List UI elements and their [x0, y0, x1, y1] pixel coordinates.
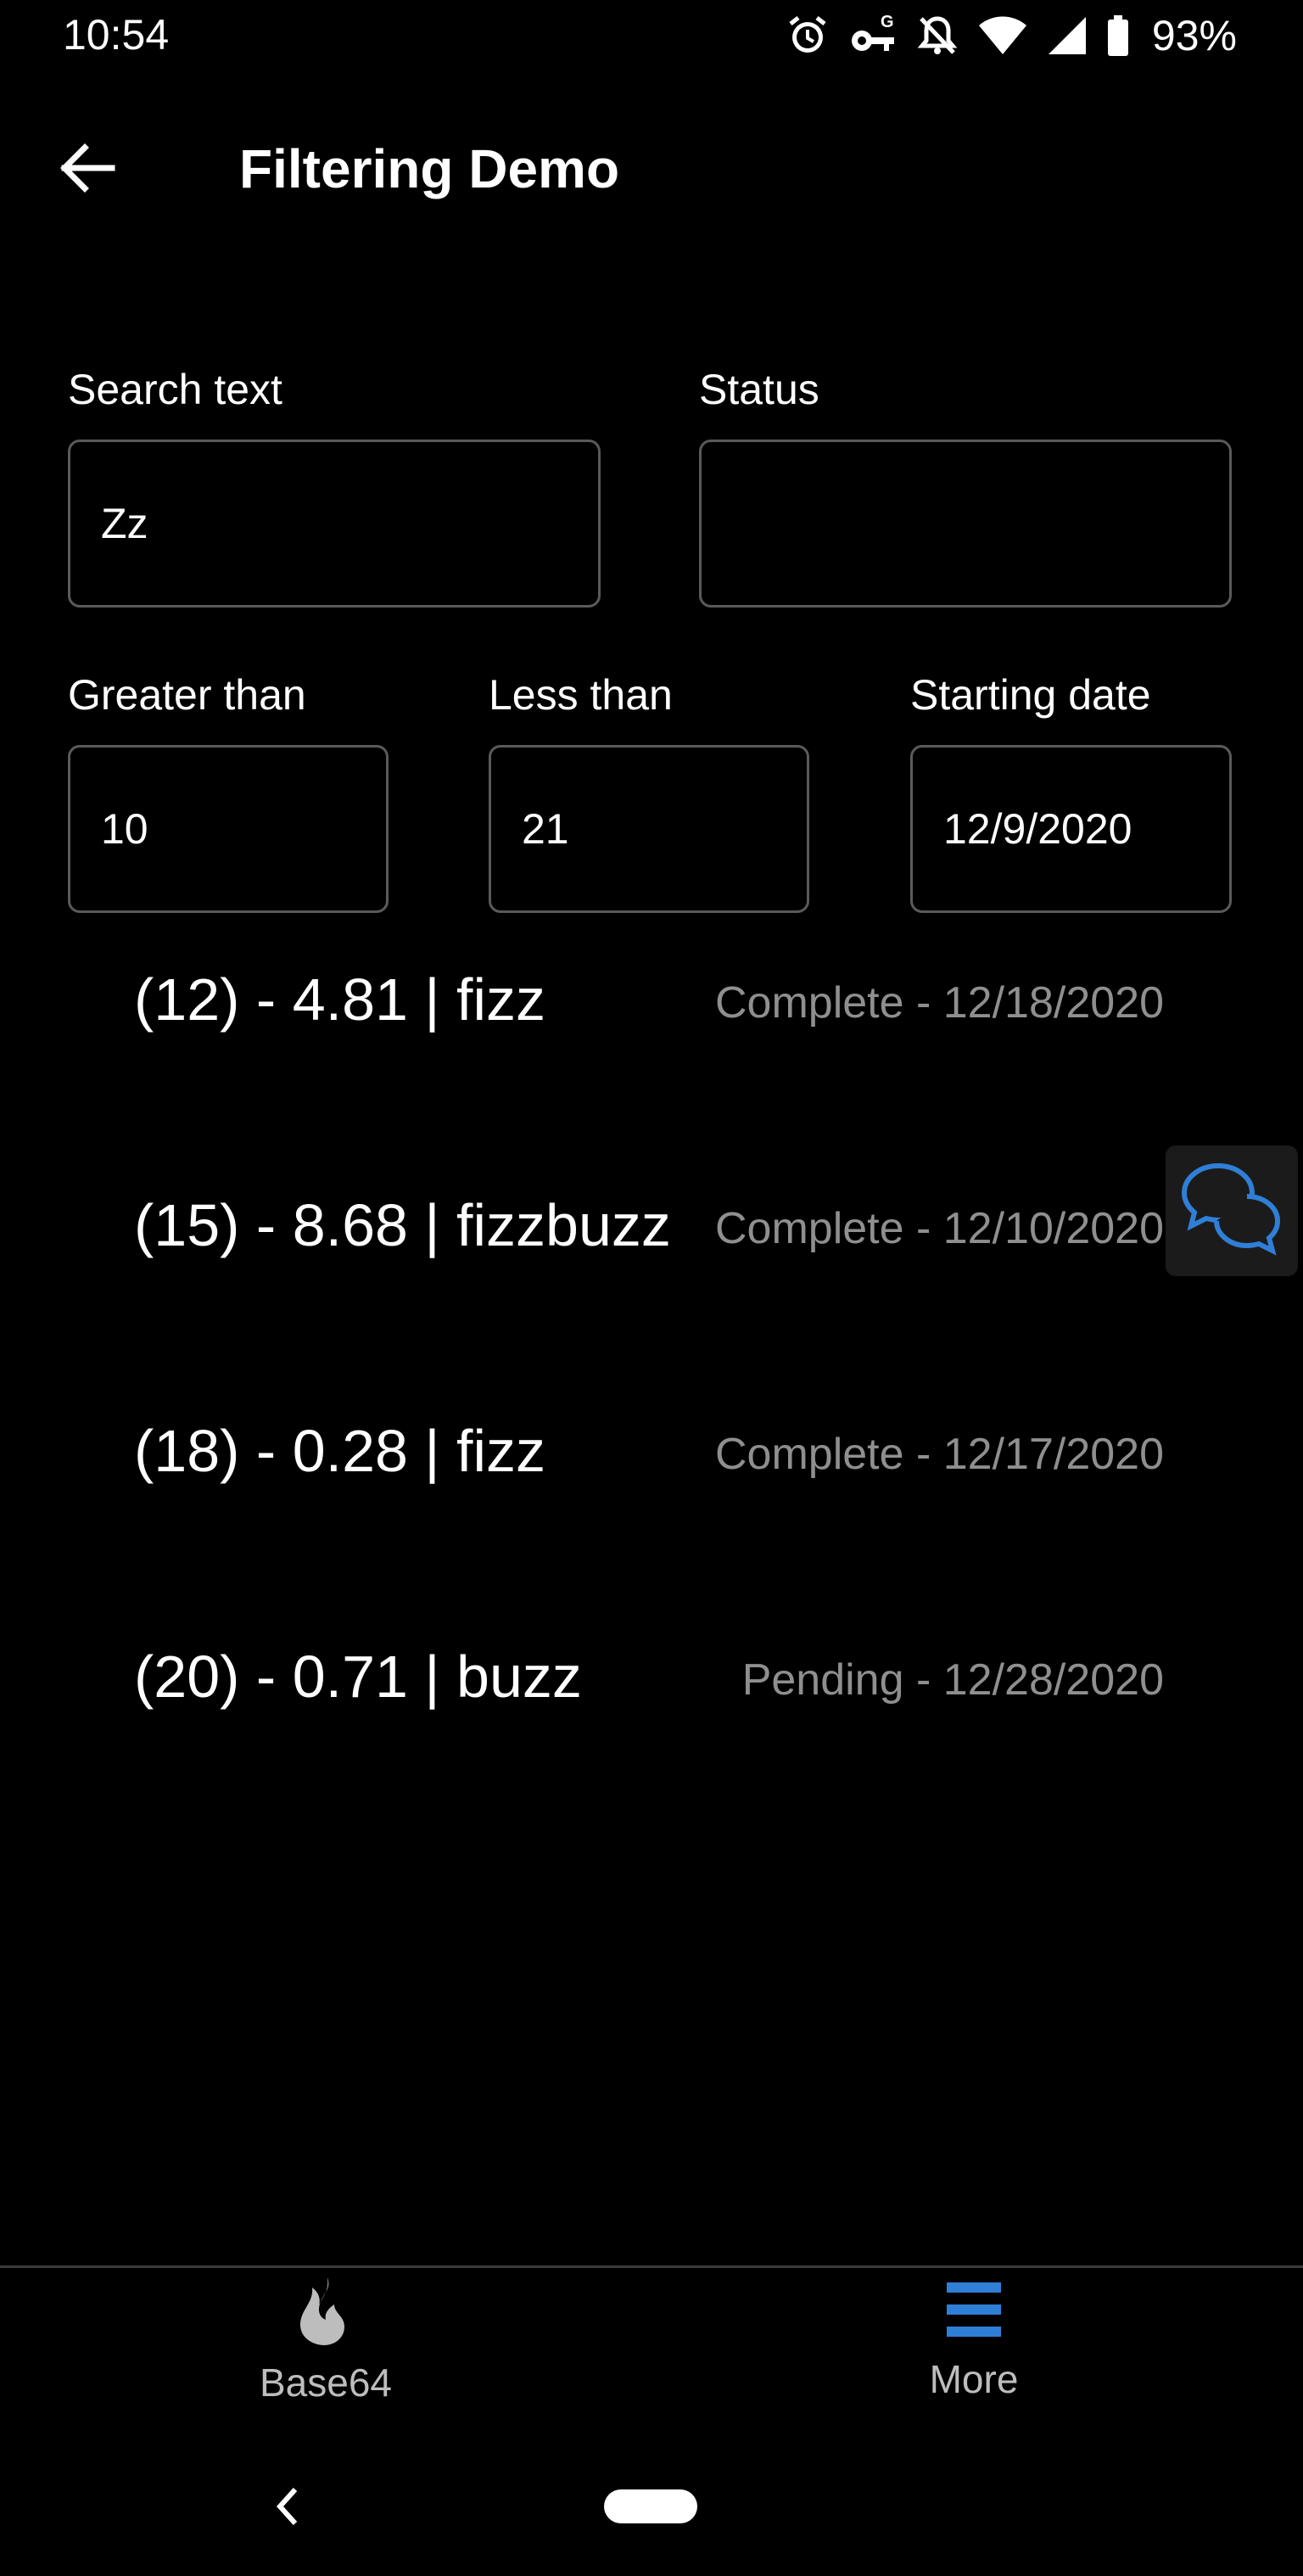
cell-signal-icon	[1047, 14, 1088, 58]
chat-button[interactable]	[1166, 1145, 1298, 1276]
status-time: 10:54	[63, 11, 170, 59]
menu-icon	[945, 2276, 1003, 2348]
vpn-key-icon: G	[848, 14, 898, 58]
list-item[interactable]: (12) - 4.81 | fizz Complete - 12/18/2020	[0, 950, 1303, 1052]
greater-than-input[interactable]	[70, 748, 386, 910]
list-item[interactable]: (18) - 0.28 | fizz Complete - 12/17/2020	[0, 1402, 1303, 1504]
status-label: Status	[699, 366, 819, 413]
less-than-input[interactable]	[491, 748, 807, 910]
status-icons: G 93%	[786, 8, 1237, 63]
notifications-off-icon	[916, 14, 959, 58]
bottom-nav-divider	[0, 2265, 1303, 2268]
alarm-icon	[786, 14, 830, 58]
search-text-label: Search text	[68, 366, 282, 413]
nav-label-more: More	[929, 2357, 1019, 2401]
status-field[interactable]	[699, 440, 1232, 608]
status-bar: 10:54 G 93%	[0, 0, 1303, 71]
greater-than-label: Greater than	[68, 671, 306, 719]
page-title: Filtering Demo	[239, 138, 620, 199]
battery-icon	[1106, 14, 1130, 58]
nav-item-more[interactable]: More	[872, 2276, 1076, 2428]
flame-icon	[294, 2276, 358, 2351]
app-bar: Filtering Demo	[0, 119, 1303, 221]
nav-label-base64: Base64	[259, 2360, 392, 2405]
result-title: (20) - 0.71 | buzz	[134, 1644, 582, 1710]
list-item[interactable]: (20) - 0.71 | buzz Pending - 12/28/2020	[0, 1627, 1303, 1729]
search-text-field[interactable]	[68, 440, 601, 608]
arrow-left-icon	[58, 143, 115, 198]
search-text-input[interactable]	[70, 442, 598, 605]
chevron-left-icon	[270, 2487, 304, 2535]
result-title: (15) - 8.68 | fizzbuzz	[134, 1192, 671, 1258]
status-input[interactable]	[702, 442, 1229, 605]
wifi-icon	[977, 14, 1028, 58]
starting-date-input[interactable]	[913, 748, 1229, 910]
nav-item-base64[interactable]: Base64	[224, 2276, 428, 2428]
less-than-field[interactable]	[489, 745, 809, 913]
battery-percent: 93%	[1151, 12, 1237, 59]
list-item[interactable]: (15) - 8.68 | fizzbuzz Complete - 12/10/…	[0, 1176, 1303, 1278]
starting-date-label: Starting date	[910, 671, 1151, 719]
home-pill[interactable]	[604, 2489, 697, 2523]
result-title: (18) - 0.28 | fizz	[134, 1418, 546, 1484]
chat-bubbles-icon	[1179, 1159, 1284, 1263]
back-button[interactable]	[53, 136, 120, 204]
result-title: (12) - 4.81 | fizz	[134, 966, 546, 1033]
result-status-date: Complete - 12/18/2020	[714, 978, 1164, 1028]
svg-text:G: G	[881, 14, 894, 31]
less-than-label: Less than	[489, 671, 673, 719]
result-status-date: Complete - 12/17/2020	[714, 1430, 1164, 1479]
result-status-date: Pending - 12/28/2020	[741, 1655, 1164, 1705]
result-status-date: Complete - 12/10/2020	[714, 1204, 1164, 1253]
starting-date-field[interactable]	[910, 745, 1232, 913]
greater-than-field[interactable]	[68, 745, 389, 913]
system-back-button[interactable]	[270, 2481, 304, 2532]
